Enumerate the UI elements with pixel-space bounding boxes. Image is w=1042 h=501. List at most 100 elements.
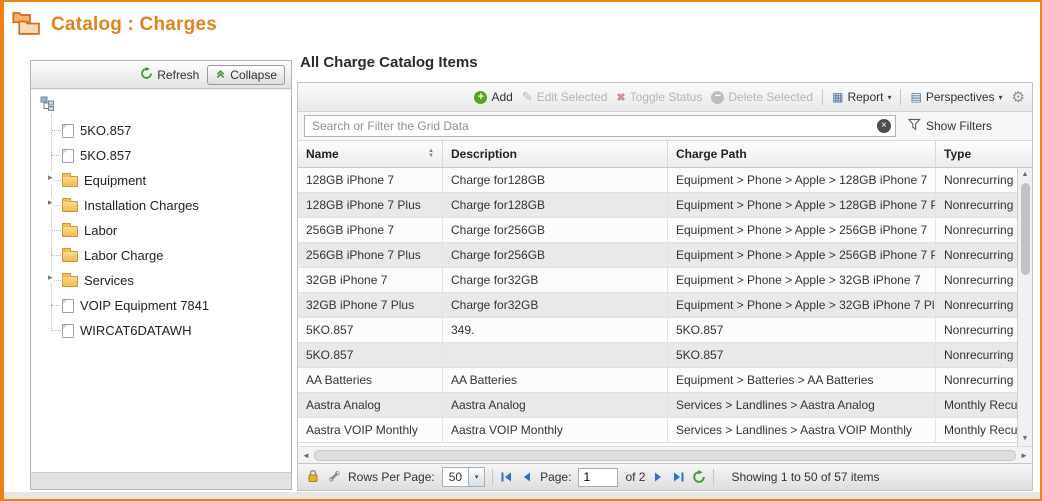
chevron-down-icon: ▾: [468, 468, 484, 486]
gear-icon[interactable]: ⚙: [1012, 88, 1025, 106]
next-page-button[interactable]: [652, 471, 665, 483]
table-cell: Services > Landlines > Aastra Analog: [668, 393, 936, 417]
report-icon: ▦: [832, 90, 843, 104]
table-cell: Equipment > Phone > Apple > 256GB iPhone…: [668, 218, 936, 242]
table-cell: Aastra VOIP Monthly: [298, 418, 443, 442]
table-row[interactable]: 256GB iPhone 7Charge for256GBEquipment >…: [298, 218, 1017, 243]
tree-item-services[interactable]: ▸ Services: [46, 268, 287, 293]
table-cell: Charge for128GB: [443, 168, 668, 192]
table-cell: Nonrecurring: [936, 218, 1017, 242]
table-row[interactable]: 5KO.857349.5KO.857Nonrecurring: [298, 318, 1017, 343]
table-row[interactable]: 32GB iPhone 7 PlusCharge for32GBEquipmen…: [298, 293, 1017, 318]
tree-item-5ko-857[interactable]: 5KO.857: [46, 143, 287, 168]
column-header-label: Name: [306, 147, 339, 161]
refresh-button[interactable]: Refresh: [140, 67, 199, 83]
collapse-label: Collapse: [230, 68, 277, 82]
grid-title: All Charge Catalog Items: [300, 54, 478, 71]
tree-item-installation-charges[interactable]: ▸Installation Charges: [46, 193, 287, 218]
toggle-status-button[interactable]: ✖ Toggle Status: [616, 90, 702, 104]
scroll-right-icon[interactable]: ►: [1016, 451, 1032, 460]
tree-item-label: Labor Charge: [84, 248, 164, 263]
sort-icon[interactable]: ▲ ▼: [428, 149, 434, 159]
clear-search-icon[interactable]: ×: [877, 119, 891, 133]
tree-item-labor-charge[interactable]: Labor Charge: [46, 243, 287, 268]
column-header-name[interactable]: Name ▲ ▼: [298, 141, 443, 167]
wrench-icon[interactable]: [327, 469, 341, 486]
charges-grid: + Add ✎ Edit Selected ✖ Toggle Status − …: [297, 82, 1033, 491]
table-row[interactable]: 256GB iPhone 7 PlusCharge for256GBEquipm…: [298, 243, 1017, 268]
search-input[interactable]: [304, 115, 896, 137]
table-cell: Aastra Analog: [298, 393, 443, 417]
table-cell: 5KO.857: [668, 343, 936, 367]
scroll-left-icon[interactable]: ◄: [298, 451, 314, 460]
vertical-scrollbar-thumb[interactable]: [1021, 183, 1030, 275]
page-horizontal-scrollbar[interactable]: [4, 492, 1040, 499]
tree-root-icon[interactable]: [40, 96, 287, 116]
tree-item-labor[interactable]: Labor: [46, 218, 287, 243]
show-filters-button[interactable]: Show Filters: [908, 118, 992, 134]
vertical-scrollbar[interactable]: ▲ ▼: [1017, 168, 1032, 446]
tree-item-5ko-857[interactable]: 5KO.857: [46, 118, 287, 143]
horizontal-scrollbar-thumb[interactable]: [314, 450, 1016, 461]
column-header-type[interactable]: Type: [936, 141, 1032, 167]
table-cell: 128GB iPhone 7 Plus: [298, 193, 443, 217]
report-dropdown-button[interactable]: ▦ Report ▾: [832, 90, 891, 104]
table-cell: Nonrecurring: [936, 368, 1017, 392]
previous-page-button[interactable]: [520, 471, 533, 483]
collapse-button[interactable]: Collapse: [207, 65, 285, 85]
delete-selected-button[interactable]: − Delete Selected: [711, 90, 813, 104]
expand-toggle-icon[interactable]: ▸: [47, 197, 54, 208]
column-header-description[interactable]: Description: [443, 141, 668, 167]
table-cell: Equipment > Phone > Apple > 32GB iPhone …: [668, 293, 936, 317]
refresh-icon: [140, 67, 153, 83]
table-row[interactable]: Aastra VOIP MonthlyAastra VOIP MonthlySe…: [298, 418, 1017, 443]
table-cell: Nonrecurring: [936, 193, 1017, 217]
column-header-charge-path[interactable]: Charge Path: [668, 141, 936, 167]
table-cell: 5KO.857: [668, 318, 936, 342]
grid-refresh-icon[interactable]: [692, 470, 706, 484]
column-header-label: Description: [451, 147, 517, 161]
table-row[interactable]: 128GB iPhone 7 PlusCharge for128GBEquipm…: [298, 193, 1017, 218]
table-row[interactable]: AA BatteriesAA BatteriesEquipment > Batt…: [298, 368, 1017, 393]
tree-item-label: Services: [84, 273, 134, 288]
table-row[interactable]: 5KO.8575KO.857Nonrecurring: [298, 343, 1017, 368]
tree-toolbar: Refresh Collapse: [31, 61, 291, 89]
grid-footer: Rows Per Page: 50 ▾ Page: of 2: [298, 463, 1032, 490]
lock-icon[interactable]: [306, 469, 320, 486]
add-button[interactable]: + Add: [474, 90, 512, 104]
table-row[interactable]: 128GB iPhone 7Charge for128GBEquipment >…: [298, 168, 1017, 193]
footer-separator: [713, 469, 714, 485]
grid-search-row: × Show Filters: [298, 112, 1032, 141]
tree-horizontal-scrollbar[interactable]: [31, 472, 291, 489]
tree-item-label: Labor: [84, 223, 117, 238]
horizontal-scrollbar[interactable]: ◄ ►: [298, 446, 1032, 463]
rows-per-page-label: Rows Per Page:: [348, 470, 435, 484]
app-window: Catalog : Charges Refresh: [0, 0, 1042, 501]
scroll-down-icon[interactable]: ▼: [1022, 432, 1029, 446]
edit-selected-button[interactable]: ✎ Edit Selected: [522, 89, 608, 105]
expand-toggle-icon[interactable]: ▸: [47, 172, 54, 183]
folder-icon: [62, 226, 78, 237]
page-number-input[interactable]: [578, 468, 618, 487]
rows-per-page-select[interactable]: 50 ▾: [442, 467, 485, 487]
scroll-up-icon[interactable]: ▲: [1022, 168, 1029, 182]
delete-selected-label: Delete Selected: [728, 90, 813, 104]
page-of-label: of 2: [625, 470, 645, 484]
file-icon: [62, 299, 74, 313]
perspectives-dropdown-button[interactable]: ▤ Perspectives ▾: [910, 90, 1002, 104]
tree-item-voip-equipment-7841[interactable]: VOIP Equipment 7841: [46, 293, 287, 318]
first-page-button[interactable]: [500, 471, 513, 483]
tree-item-wircat6datawh[interactable]: WIRCAT6DATAWH: [46, 318, 287, 343]
tree-item-label: VOIP Equipment 7841: [80, 298, 209, 313]
table-row[interactable]: 32GB iPhone 7Charge for32GBEquipment > P…: [298, 268, 1017, 293]
collapse-icon: [215, 68, 226, 82]
edit-icon: ✎: [522, 89, 533, 105]
table-cell: Charge for32GB: [443, 268, 668, 292]
last-page-button[interactable]: [672, 471, 685, 483]
expand-toggle-icon[interactable]: ▸: [47, 272, 54, 283]
table-row[interactable]: Aastra AnalogAastra AnalogServices > Lan…: [298, 393, 1017, 418]
folder-icon: [62, 251, 78, 262]
items-summary: Showing 1 to 50 of 57 items: [731, 470, 879, 484]
refresh-label: Refresh: [157, 68, 199, 82]
tree-item-equipment[interactable]: ▸Equipment: [46, 168, 287, 193]
